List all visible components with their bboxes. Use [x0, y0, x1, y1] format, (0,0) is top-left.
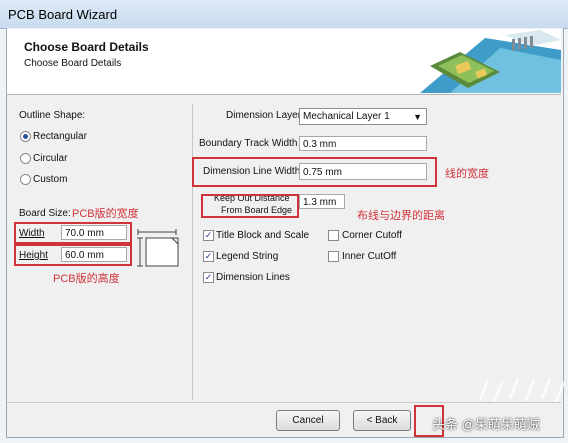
checkbox-inner-cutoff[interactable] — [328, 251, 339, 262]
checkbox-title-block-label[interactable]: Title Block and Scale — [216, 230, 309, 241]
board-size-label: Board Size: — [19, 208, 71, 219]
height-label: Height — [19, 250, 48, 261]
radio-circular-label[interactable]: Circular — [33, 153, 67, 164]
checkbox-dimension-lines[interactable]: ✓ — [203, 272, 214, 283]
radio-custom[interactable] — [20, 174, 31, 185]
checkbox-legend-string-label[interactable]: Legend String — [216, 251, 278, 262]
watermark-text: 头条 @呆萌呆萌贼 — [432, 417, 540, 432]
boundary-track-input[interactable]: 0.3 mm — [299, 136, 427, 151]
keepout-label-line2: From Board Edge — [221, 205, 293, 215]
checkbox-corner-cutoff-label[interactable]: Corner Cutoff — [342, 230, 402, 241]
annotation-pcb-width: PCB版的宽度 — [72, 208, 139, 220]
checkbox-inner-cutoff-label[interactable]: Inner CutOff — [342, 251, 396, 262]
dimension-layer-value: Mechanical Layer 1 — [303, 111, 390, 122]
width-input[interactable]: 70.0 mm — [61, 225, 127, 240]
page-title: Choose Board Details — [24, 40, 149, 54]
checkbox-dimension-lines-label[interactable]: Dimension Lines — [216, 272, 290, 283]
dimension-line-input[interactable]: 0.75 mm — [299, 163, 427, 180]
radio-rectangular-label[interactable]: Rectangular — [33, 131, 87, 142]
chevron-down-icon: ▼ — [413, 112, 422, 122]
cancel-button[interactable]: Cancel — [276, 410, 340, 431]
dimension-layer-label: Dimension Layer — [226, 110, 302, 121]
decorative-stroke-marks — [478, 377, 566, 403]
keepout-input[interactable]: 1.3 mm — [299, 194, 345, 209]
board-dimension-icon — [137, 229, 179, 267]
annotation-line-width: 线的宽度 — [445, 168, 489, 180]
vertical-divider — [192, 104, 193, 400]
outline-shape-label: Outline Shape: — [19, 110, 86, 121]
checkbox-title-block[interactable]: ✓ — [203, 230, 214, 241]
window-title: PCB Board Wizard — [8, 7, 118, 22]
radio-circular[interactable] — [20, 153, 31, 164]
width-label: Width — [19, 228, 45, 239]
back-button[interactable]: < Back — [353, 410, 411, 431]
dimension-layer-select[interactable]: Mechanical Layer 1 ▼ — [299, 108, 427, 125]
dimension-line-label: Dimension Line Width — [203, 166, 301, 177]
annotation-edge-distance: 布线与边界的距离 — [357, 210, 445, 222]
radio-rectangular[interactable] — [20, 131, 31, 142]
checkbox-legend-string[interactable]: ✓ — [203, 251, 214, 262]
annotation-pcb-height: PCB版的高度 — [53, 273, 120, 285]
height-input[interactable]: 60.0 mm — [61, 247, 127, 262]
checkbox-corner-cutoff[interactable] — [328, 230, 339, 241]
page-subtitle: Choose Board Details — [24, 58, 122, 69]
boundary-track-label: Boundary Track Width — [199, 138, 298, 149]
radio-custom-label[interactable]: Custom — [33, 174, 67, 185]
wizard-banner-image — [390, 30, 561, 93]
